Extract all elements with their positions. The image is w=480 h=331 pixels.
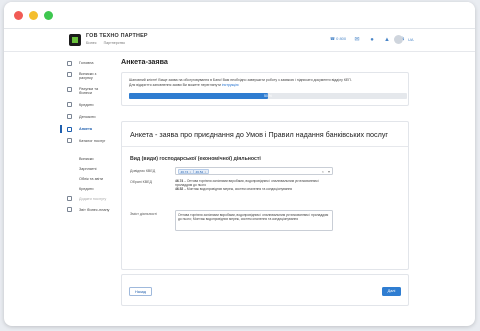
credit-icon <box>67 102 72 107</box>
mail-icon[interactable]: ✉ <box>354 37 360 43</box>
add-service-icon <box>67 196 72 201</box>
progress-bar: 50 % <box>129 93 407 99</box>
chat-icon[interactable]: ● <box>369 37 375 43</box>
sidebar-subitem-reports[interactable]: Облік та звіти <box>79 177 103 181</box>
window-titlebar <box>4 2 475 29</box>
selected-kved-list: 46.74 – Оптова торгівля залізними вироба… <box>175 179 325 192</box>
chip-text: 46.74 <box>180 170 189 175</box>
chevron-down-icon[interactable]: ▾ <box>328 169 330 174</box>
notice-card: Шановний клієнт! Вище заява на обслугову… <box>121 72 409 106</box>
chip-remove-icon[interactable]: × <box>204 170 206 174</box>
accounts-icon <box>67 87 72 92</box>
activity-textarea[interactable]: Оптова торгівля залізними виробами, водо… <box>175 210 333 231</box>
language-switch[interactable]: UA <box>408 37 414 42</box>
deposit-icon <box>67 114 72 119</box>
active-indicator <box>60 125 62 133</box>
sidebar-item-deposits[interactable]: Депозити <box>79 115 96 119</box>
sidebar-item-statements[interactable]: Виписки з рахунку <box>79 72 107 80</box>
app-header: ГОВ ТЕХНО ПАРТНЕР Бізнес Партнерство ☎ 0… <box>4 30 475 52</box>
phone-link[interactable]: ☎ 0 800 <box>330 36 346 41</box>
kved-description: – Монтаж водопровідних мереж, систем опа… <box>184 187 293 192</box>
sidebar-item-catalog[interactable]: Каталог послуг <box>79 139 105 143</box>
avatar[interactable] <box>394 35 403 44</box>
kved-chip[interactable]: 46.74× <box>178 169 194 174</box>
phone-number: 0 800 <box>336 36 347 41</box>
instruction-link[interactable]: інструкцію <box>222 83 239 87</box>
kved-select[interactable]: 46.74× 46.52× × ▾ <box>175 167 333 175</box>
progress-label: 50 % <box>264 93 272 98</box>
maximize-window-button[interactable] <box>44 11 53 20</box>
company-subtitle: Бізнес Партнерство <box>86 41 125 45</box>
chip-remove-icon[interactable]: × <box>189 170 191 174</box>
desktop-background: ГОВ ТЕХНО ПАРТНЕР Бізнес Партнерство ☎ 0… <box>0 0 480 331</box>
company-logo[interactable] <box>69 34 81 46</box>
notice-text: Шановний клієнт! Вище заява на обслугову… <box>129 78 399 87</box>
kved-chip[interactable]: 46.52× <box>193 169 209 174</box>
sidebar-item-form[interactable]: Анкета <box>79 127 92 131</box>
application-form-card: Анкета - заява про приєднання до Умов і … <box>121 121 409 270</box>
sidebar-subitem-credits[interactable]: Кредити <box>79 187 94 191</box>
selected-kved-label: Обрані КВЕД <box>130 180 152 184</box>
sidebar-subitem-add-service[interactable]: Додати послугу <box>79 197 106 201</box>
notice-line-1: Шановний клієнт! Вище заява на обслугову… <box>129 78 352 82</box>
divider <box>122 146 408 147</box>
kved-description: – Оптова торгівля залізними виробами, во… <box>175 179 320 188</box>
form-title: Анкета - заява про приєднання до Умов і … <box>130 130 389 139</box>
section-title: Вид (види) господарської (економічної) д… <box>130 156 261 162</box>
company-name[interactable]: ГОВ ТЕХНО ПАРТНЕР <box>86 33 148 39</box>
bell-icon[interactable]: ▲ <box>384 37 390 43</box>
browser-window: ГОВ ТЕХНО ПАРТНЕР Бізнес Партнерство ☎ 0… <box>4 2 475 326</box>
minimize-window-button[interactable] <box>29 11 38 20</box>
close-window-button[interactable] <box>14 11 23 20</box>
sidebar: Головна Виписки з рахунку Рахунки та біз… <box>60 54 112 326</box>
sidebar-item-accounts[interactable]: Рахунки та бізнеси <box>79 87 107 95</box>
kved-label: Довідник КВЕД <box>130 168 156 173</box>
company-sub-1: Бізнес <box>86 41 97 45</box>
next-button[interactable]: Далі <box>382 287 401 296</box>
company-sub-2: Партнерство <box>103 41 126 45</box>
plan-icon <box>67 207 72 212</box>
activity-label: Зміст діяльності <box>130 212 157 216</box>
form-icon <box>67 127 72 132</box>
sidebar-subitem-statements[interactable]: Виписки <box>79 157 94 161</box>
clear-icon[interactable]: × <box>322 169 324 174</box>
kved-code: 46.52 <box>175 187 184 192</box>
home-icon <box>67 61 72 66</box>
sidebar-subitem-salary[interactable]: Зарплатні <box>79 167 97 171</box>
notice-line-2: Для відкриття заповнення заяви Ви можете… <box>129 82 221 87</box>
sidebar-subitem-plan[interactable]: Звіт бізнес-плану <box>79 208 109 212</box>
form-footer: Назад Далі <box>121 274 409 306</box>
chip-text: 46.52 <box>195 170 204 175</box>
sidebar-item-credits[interactable]: Кредити <box>79 103 94 107</box>
statement-icon <box>67 72 72 77</box>
page-title: Анкета-заява <box>121 57 168 66</box>
phone-icon: ☎ <box>330 36 335 41</box>
back-button[interactable]: Назад <box>129 287 152 296</box>
sidebar-item-home[interactable]: Головна <box>79 61 93 65</box>
catalog-icon <box>67 138 72 143</box>
